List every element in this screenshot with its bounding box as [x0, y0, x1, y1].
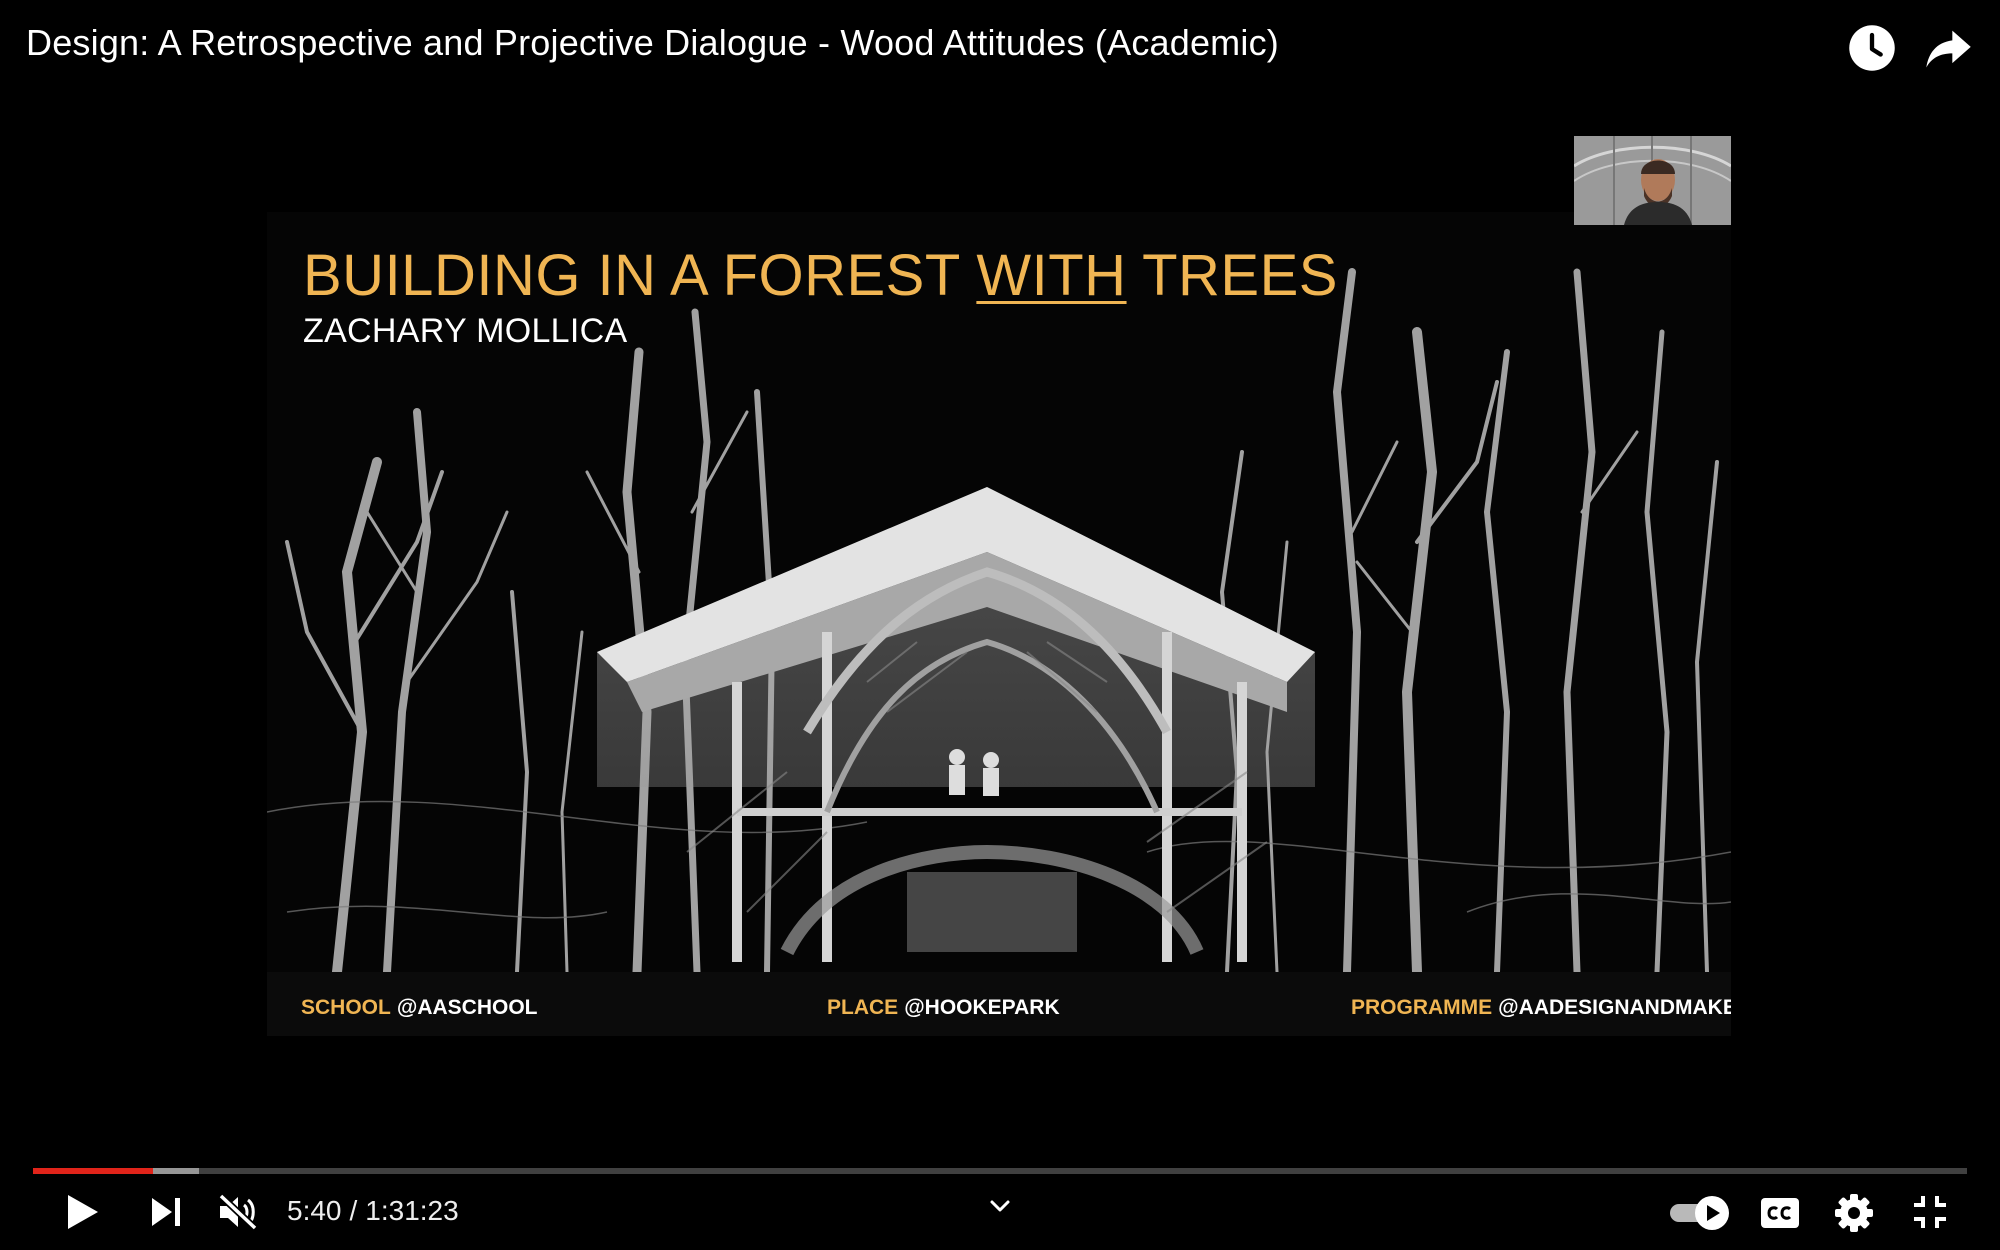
- next-icon: [152, 1198, 180, 1226]
- speaker-image: [1574, 136, 1731, 225]
- credit-value: @AADESIGNANDMAKE: [1498, 996, 1731, 1019]
- next-button[interactable]: [150, 1196, 182, 1228]
- credit-school: SCHOOL @AASCHOOL: [301, 996, 538, 1020]
- current-time: 5:40: [287, 1195, 342, 1226]
- credit-value: @AASCHOOL: [396, 996, 538, 1019]
- volume-muted-icon: [218, 1193, 258, 1231]
- video-title: Design: A Retrospective and Projective D…: [26, 22, 1279, 63]
- play-icon: [68, 1195, 98, 1229]
- autoplay-toggle-icon: [1670, 1196, 1729, 1230]
- time-separator: /: [349, 1195, 358, 1226]
- speaker-camera-thumbnail: [1574, 136, 1731, 225]
- credit-key: SCHOOL: [301, 996, 391, 1019]
- exit-fullscreen-icon: [1914, 1196, 1946, 1228]
- play-button[interactable]: [62, 1192, 102, 1232]
- progress-bar[interactable]: [33, 1168, 1967, 1174]
- share-button[interactable]: [1922, 22, 1974, 74]
- clock-icon: [1849, 25, 1895, 71]
- slide-title: BUILDING IN A FOREST WITH TREES: [303, 242, 1338, 309]
- video-frame[interactable]: BUILDING IN A FOREST WITH TREES ZACHARY …: [267, 212, 1731, 1036]
- chevron-down-icon: [990, 1200, 1010, 1212]
- slide-title-text: BUILDING IN A FOREST: [303, 243, 977, 308]
- slide-title-text-end: TREES: [1126, 243, 1338, 308]
- slide-author: ZACHARY MOLLICA: [303, 312, 628, 350]
- captions-button[interactable]: [1760, 1197, 1800, 1229]
- credit-programme: PROGRAMME @AADESIGNANDMAKE: [1351, 996, 1731, 1020]
- cc-icon: [1761, 1198, 1799, 1228]
- chevron-button[interactable]: [988, 1197, 1012, 1215]
- time-display: 5:40/1:31:23: [287, 1195, 459, 1227]
- credit-key: PROGRAMME: [1351, 996, 1493, 1019]
- credit-place: PLACE @HOOKEPARK: [827, 996, 1060, 1020]
- mute-button[interactable]: [217, 1192, 259, 1232]
- watch-later-button[interactable]: [1846, 22, 1898, 74]
- gear-icon: [1835, 1194, 1873, 1232]
- share-arrow-icon: [1926, 30, 1971, 68]
- credit-value: @HOOKEPARK: [904, 996, 1060, 1019]
- credit-key: PLACE: [827, 996, 899, 1019]
- duration: 1:31:23: [365, 1195, 459, 1226]
- exit-fullscreen-button[interactable]: [1912, 1194, 1948, 1230]
- progress-played: [33, 1168, 153, 1174]
- slide-title-emphasis: WITH: [976, 243, 1127, 308]
- autoplay-toggle[interactable]: [1668, 1194, 1730, 1232]
- settings-button[interactable]: [1834, 1193, 1874, 1233]
